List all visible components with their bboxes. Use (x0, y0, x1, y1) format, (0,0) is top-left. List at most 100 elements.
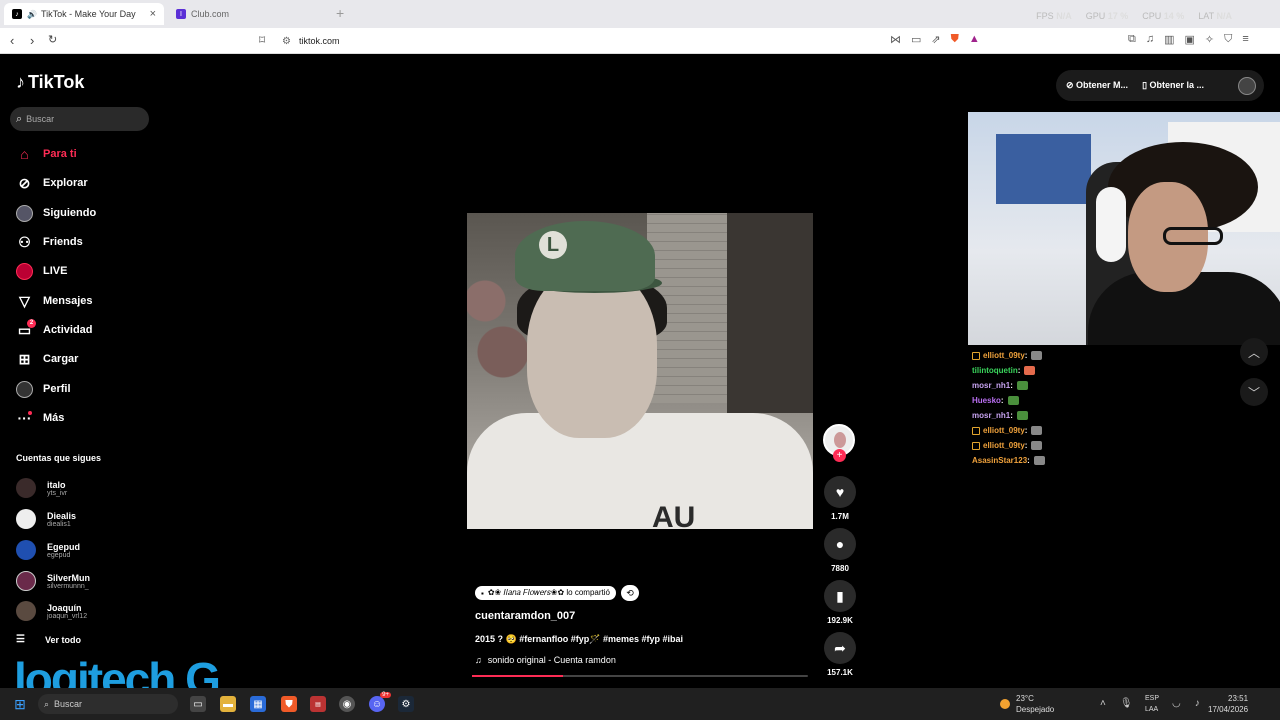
chat-username[interactable]: elliott_09ty (983, 351, 1025, 360)
cast-icon[interactable]: ▭ (911, 33, 921, 46)
sidebar-item-friends[interactable]: ⚇ Friends (16, 231, 83, 253)
person-shirt (467, 413, 813, 529)
chat-separator: : (1017, 366, 1021, 375)
translate-icon[interactable]: ⋈ (890, 33, 901, 46)
system-stats-overlay: FPS N/A GPU 17 % CPU 14 % LAT N/A (1036, 11, 1232, 21)
bookmark-icon[interactable]: ⌑ (259, 33, 265, 47)
store-icon[interactable]: ▦ (250, 696, 266, 712)
account-handle: egepud (47, 551, 71, 559)
like-button[interactable]: ♥ 1.7M (823, 476, 857, 521)
language-indicator[interactable]: ESP LAA (1145, 693, 1159, 715)
task-view-icon[interactable]: ▭ (190, 696, 206, 712)
chat-username[interactable]: Huesko (972, 396, 1001, 405)
share-count: 157.1K (827, 668, 853, 677)
get-coins-button[interactable]: ⊘ Obtener M... (1066, 80, 1128, 91)
vpn-shield-icon[interactable]: ⛉ (1224, 33, 1232, 46)
account-diealis[interactable]: Diealis diealis1 (16, 506, 76, 532)
share-icon[interactable]: ⇗ (931, 33, 940, 46)
profile-avatar[interactable] (1238, 76, 1256, 95)
chat-username[interactable]: mosr_nh1 (972, 411, 1010, 420)
brave-icon[interactable]: ⛊ (281, 696, 297, 712)
wifi-icon[interactable]: ◡ (1172, 698, 1181, 709)
repost-indicator: ▪ ✿❀ 𝐼𝑙𝑎𝑛𝑎 𝐹𝑙𝑜𝑤𝑒𝑟𝑠❀✿ lo compartió ⟲ (475, 585, 639, 601)
close-tab-icon[interactable]: × (150, 8, 156, 20)
steam-icon[interactable]: ⚙ (398, 696, 414, 712)
share-button[interactable]: ➦ 157.1K (823, 632, 857, 677)
chat-username[interactable]: tilintoquetin (972, 366, 1018, 375)
sidebar-item-actividad[interactable]: ▭ 2 Actividad (16, 318, 93, 341)
forward-icon[interactable]: › (30, 33, 34, 48)
avatar (16, 204, 33, 222)
weather-widget[interactable]: 23°C Despejado (1000, 693, 1054, 715)
chat-username[interactable]: elliott_09ty (983, 441, 1025, 450)
tiktok-logo[interactable]: ♪ TikTok (16, 72, 84, 93)
video-progress-fill (472, 675, 563, 677)
obs-icon[interactable]: ◉ (339, 696, 355, 712)
account-name: Joaquín (47, 602, 82, 613)
sidebar-item-para-ti[interactable]: ⌂ Para ti (16, 143, 76, 165)
comment-icon: ● (824, 528, 856, 560)
previous-video-button[interactable]: ︿ (1240, 338, 1268, 366)
sidebar-item-perfil[interactable]: Perfil (16, 378, 71, 400)
sidebar-icon[interactable]: ▥ (1164, 33, 1174, 46)
avatar (16, 380, 33, 398)
sidebar-item-label: LIVE (43, 265, 68, 277)
video-progress-bar[interactable] (472, 675, 808, 677)
follow-button[interactable]: + (833, 449, 846, 462)
repost-pill[interactable]: ▪ ✿❀ 𝐼𝑙𝑎𝑛𝑎 𝐹𝑙𝑜𝑤𝑒𝑟𝑠❀✿ lo compartió (475, 586, 616, 600)
repost-icon[interactable]: ⟲ (620, 585, 639, 601)
microphone-icon[interactable]: 🎙 (1120, 698, 1133, 709)
menu-icon[interactable]: ≡ (1242, 33, 1248, 46)
video-author[interactable]: cuentaramdon_007 (475, 610, 575, 622)
sidebar-item-mensajes[interactable]: ▽ Mensajes (16, 290, 92, 312)
volume-icon[interactable]: ♪ (1195, 698, 1200, 709)
tab-club[interactable]: I Club.com (168, 3, 328, 25)
comment-button[interactable]: ● 7880 (823, 528, 857, 573)
sidebar-item-cargar[interactable]: ⊞ Cargar (16, 348, 79, 370)
chat-username[interactable]: AsasinStar123 (972, 456, 1027, 465)
sidebar-item-explorar[interactable]: ⊘ Explorar (16, 172, 88, 194)
see-all-button[interactable]: ☰ Ver todo (16, 634, 81, 645)
sidebar-item-siguiendo[interactable]: Siguiendo (16, 202, 96, 224)
chat-message: mosr_nh1 : (972, 378, 1092, 393)
account-joaquin[interactable]: Joaquín joaqun_vrl12 (16, 598, 87, 624)
logo-text: TikTok (28, 72, 85, 92)
search-input[interactable]: ⌕ Buscar (10, 107, 149, 131)
windows-start-icon[interactable]: ⊞ (12, 696, 28, 712)
new-tab-button[interactable]: + (336, 5, 344, 21)
sidebar-item-label: Más (43, 412, 65, 424)
account-silvermun[interactable]: SilverMun silvermunnn_ (16, 568, 90, 594)
discord-icon[interactable]: ☺ 9+ (369, 692, 391, 712)
extensions-icon[interactable]: ⧉ (1128, 33, 1136, 46)
reload-icon[interactable]: ↻ (48, 33, 57, 46)
taskbar-search[interactable]: ⌕ Buscar (38, 694, 178, 714)
taskbar-clock[interactable]: 23:51 17/04/2026 (1208, 693, 1248, 715)
ai-sparkle-icon[interactable]: ✧ (1205, 33, 1214, 46)
sidebar-item-mas[interactable]: ··· Más (16, 407, 65, 429)
rewards-icon[interactable]: ▲ (969, 33, 980, 46)
wallet-icon[interactable]: ▣ (1185, 33, 1195, 46)
save-count: 192.9K (827, 616, 853, 625)
tab-tiktok[interactable]: ♪ 🔊 TikTok - Make Your Day × (4, 3, 164, 25)
tiktok-favicon-icon: ♪ (12, 9, 22, 19)
video-player[interactable]: AU L (467, 213, 813, 529)
back-icon[interactable]: ‹ (10, 33, 14, 48)
chevron-up-icon[interactable]: ˄ (1100, 698, 1106, 709)
account-egepud[interactable]: Egepud egepud (16, 537, 80, 563)
sound-link[interactable]: ♫ sonido original - Cuenta ramdon (475, 655, 616, 665)
account-italo[interactable]: italo yts_ivr (16, 475, 67, 501)
brave-shields-icon[interactable]: ⛊ (951, 33, 959, 46)
site-info-icon[interactable]: ⚙ (282, 36, 291, 47)
save-button[interactable]: ▮ 192.9K (823, 580, 857, 625)
music-icon[interactable]: ♫ (1146, 33, 1154, 46)
app-icon[interactable]: ▤ (310, 696, 326, 712)
get-app-button[interactable]: ▯ Obtener la ... (1142, 80, 1204, 91)
account-name: SilverMun (47, 572, 91, 583)
chat-username[interactable]: mosr_nh1 (972, 381, 1010, 390)
sidebar-item-live[interactable]: LIVE (16, 260, 67, 282)
file-explorer-icon[interactable]: ▬ (220, 696, 236, 712)
chat-username[interactable]: elliott_09ty (983, 426, 1025, 435)
list-icon: ☰ (16, 634, 25, 645)
next-video-button[interactable]: ﹀ (1240, 378, 1268, 406)
share-arrow-icon: ➦ (824, 632, 856, 664)
